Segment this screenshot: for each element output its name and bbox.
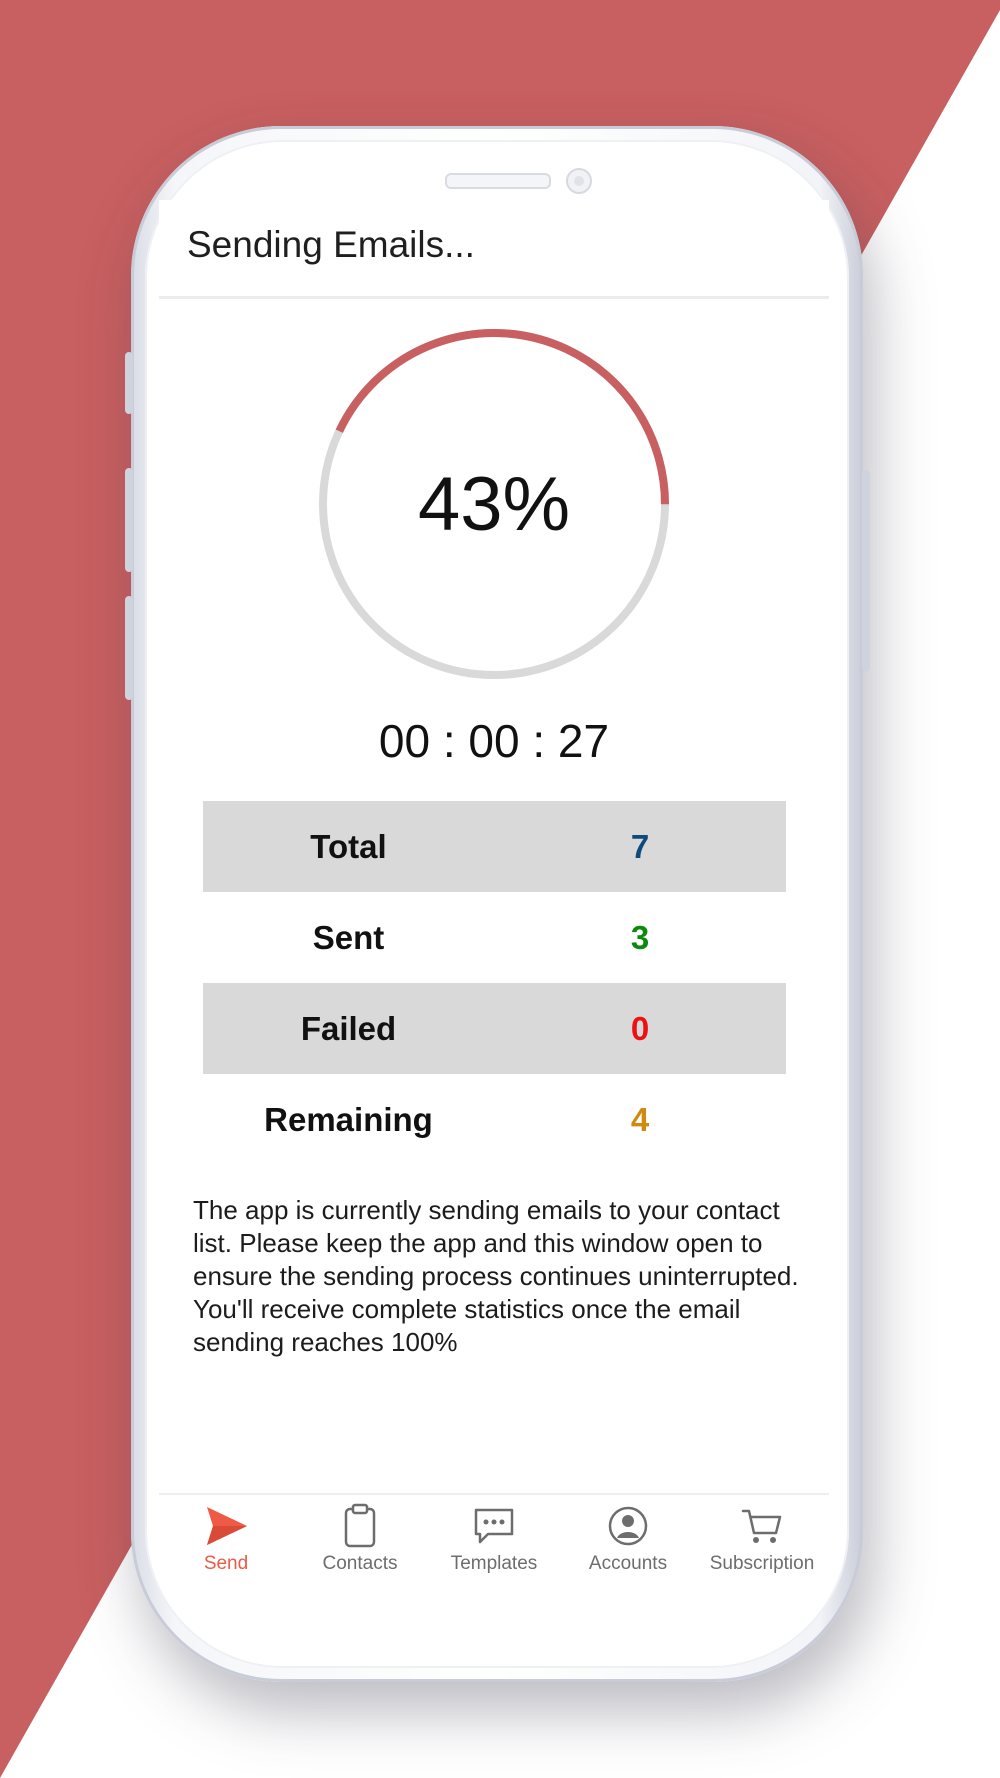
- stat-label: Remaining: [264, 1100, 433, 1138]
- bottom-navigation: Send Contacts Templates Accounts Subscri…: [159, 1493, 829, 1586]
- nav-item-contacts[interactable]: Contacts: [293, 1495, 427, 1586]
- nav-label: Contacts: [322, 1553, 398, 1574]
- stat-label: Sent: [312, 918, 385, 956]
- stat-row-remaining: Remaining 4: [203, 1074, 786, 1165]
- stats-table: Total 7 Sent 3 Failed 0 Remaining 4: [203, 801, 786, 1165]
- nav-label: Accounts: [588, 1553, 668, 1574]
- stat-row-failed: Failed 0: [203, 983, 786, 1074]
- send-icon: [207, 1507, 247, 1545]
- progress-percent: 43%: [417, 461, 571, 547]
- cart-icon: [741, 1509, 782, 1543]
- stat-value: 3: [630, 918, 650, 956]
- app-bar: Sending Emails...: [159, 200, 829, 299]
- progress-circle: 43%: [318, 324, 670, 684]
- app-screen: Sending Emails... 43% 00 : 00 : 27 Total…: [159, 200, 829, 1586]
- nav-label: Subscription: [709, 1553, 815, 1574]
- chat-bubble-icon: [474, 1508, 514, 1544]
- nav-item-accounts[interactable]: Accounts: [561, 1495, 695, 1586]
- nav-item-templates[interactable]: Templates: [427, 1495, 561, 1586]
- elapsed-timer: 00 : 00 : 27: [378, 715, 610, 767]
- stat-row-total: Total 7: [203, 801, 786, 892]
- phone-side-button: [862, 470, 870, 672]
- phone-camera: [566, 168, 592, 194]
- nav-item-send[interactable]: Send: [159, 1495, 293, 1586]
- stat-value: 0: [630, 1009, 650, 1047]
- phone-side-button: [125, 468, 133, 572]
- page-title: Sending Emails...: [187, 224, 475, 265]
- stat-value: 7: [630, 827, 650, 865]
- clipboard-icon: [344, 1503, 376, 1548]
- phone-side-button: [125, 596, 133, 700]
- phone-speaker: [445, 173, 551, 189]
- phone-side-button: [125, 352, 133, 414]
- info-message: The app is currently sending emails to y…: [193, 1195, 799, 1357]
- stat-label: Failed: [300, 1009, 397, 1047]
- nav-label: Templates: [450, 1553, 538, 1574]
- stat-row-sent: Sent 3: [203, 892, 786, 983]
- account-circle-icon: [608, 1506, 648, 1546]
- stat-label: Total: [310, 827, 387, 865]
- stat-value: 4: [630, 1100, 650, 1138]
- nav-item-subscription[interactable]: Subscription: [695, 1495, 829, 1586]
- nav-label: Send: [203, 1553, 249, 1574]
